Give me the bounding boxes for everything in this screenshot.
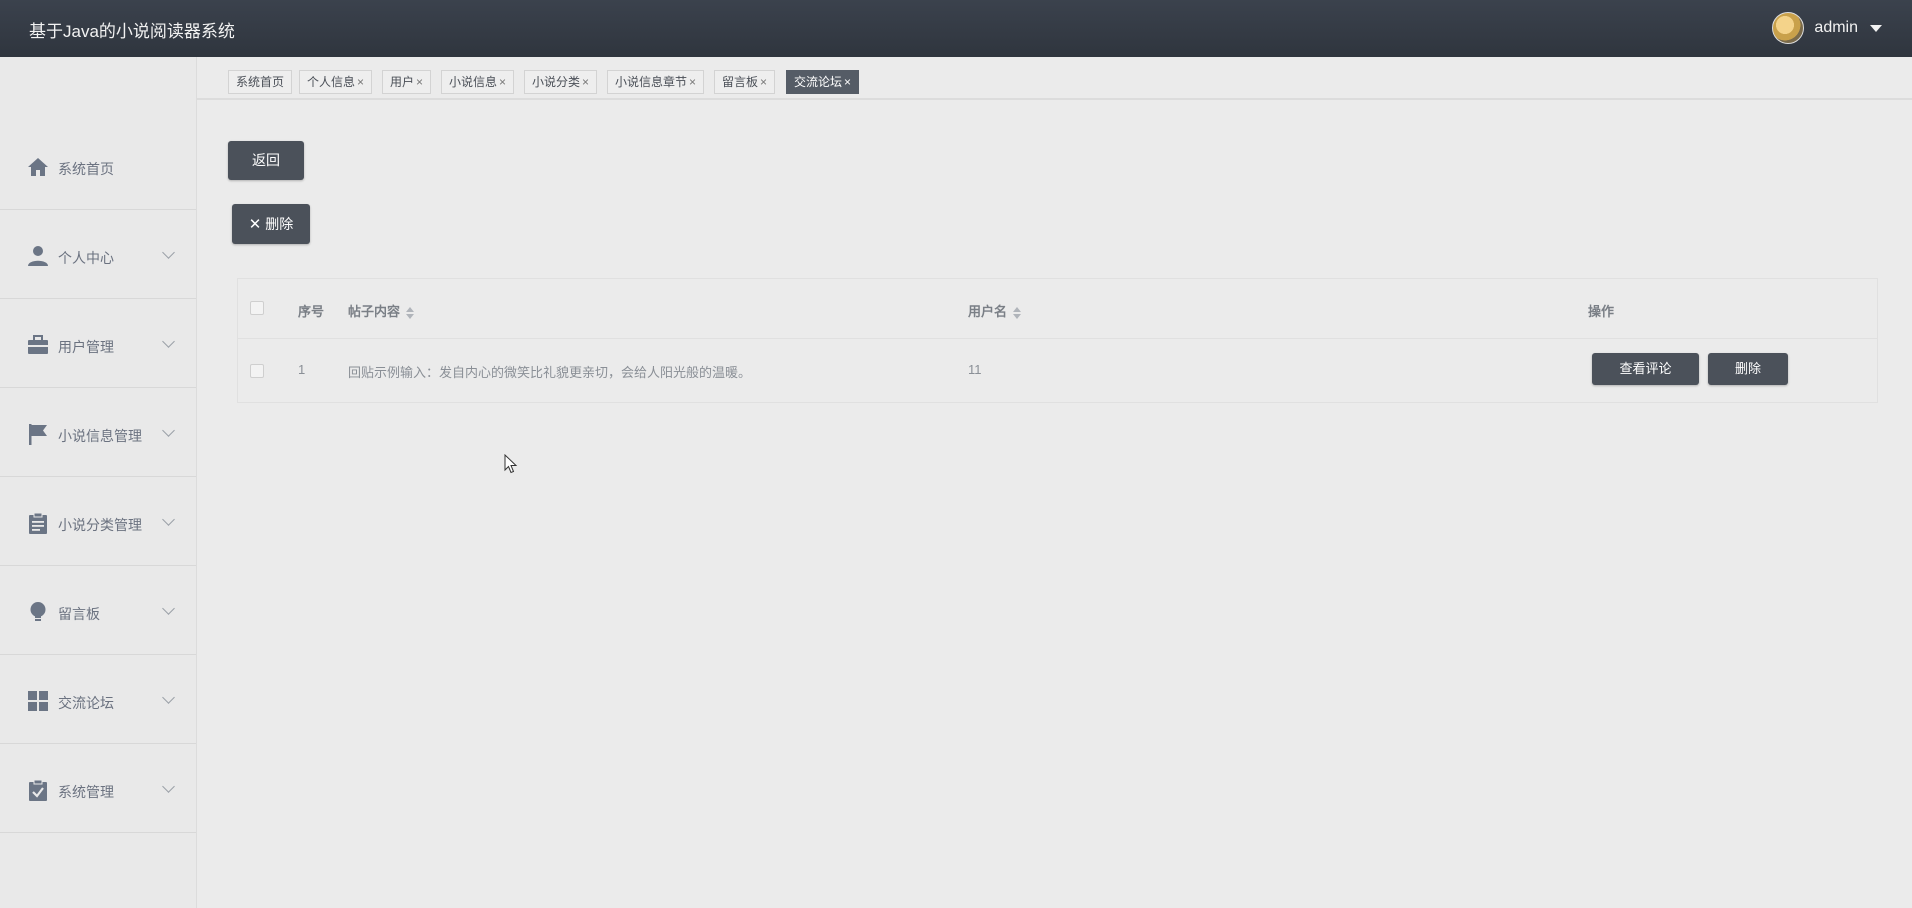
chevron-down-icon — [162, 424, 175, 437]
close-icon[interactable]: × — [357, 75, 364, 89]
tab-user[interactable]: 用户 × — [382, 70, 432, 94]
clipboard-check-icon — [29, 779, 47, 801]
sidebar-item-forum[interactable]: 交流论坛 — [0, 655, 196, 744]
close-icon[interactable]: × — [582, 75, 589, 89]
home-icon — [28, 158, 48, 176]
sidebar-item-label: 用户管理 — [58, 339, 114, 355]
column-header-actions: 操作 — [1588, 304, 1615, 319]
row-content: 回贴示例输入：发自内心的微笑比礼貌更亲切，会给人阳光般的温暖。 — [348, 365, 752, 380]
view-comments-button[interactable]: 查看评论 — [1592, 353, 1699, 385]
sidebar-item-label: 小说分类管理 — [58, 517, 142, 533]
avatar[interactable] — [1772, 12, 1805, 44]
tab-forum[interactable]: 交流论坛 × — [786, 70, 860, 94]
close-icon[interactable]: × — [499, 75, 506, 89]
batch-delete-button[interactable]: ✕ 删除 — [232, 204, 310, 244]
sort-icon[interactable] — [1013, 306, 1022, 319]
sidebar-item-personal-center[interactable]: 个人中心 — [0, 210, 196, 299]
briefcase-icon — [28, 335, 48, 354]
chevron-down-icon — [162, 780, 175, 793]
chevron-down-icon — [162, 335, 175, 348]
chevron-down-icon — [162, 602, 175, 615]
sidebar-item-system-management[interactable]: 系统管理 — [0, 744, 196, 833]
row-checkbox[interactable] — [250, 364, 264, 378]
select-all-checkbox[interactable] — [250, 301, 264, 315]
back-button[interactable]: 返回 — [228, 141, 304, 180]
close-icon: ✕ — [248, 216, 262, 233]
sidebar-item-user-management[interactable]: 用户管理 — [0, 299, 196, 388]
sidebar-item-home[interactable]: 系统首页 — [0, 121, 196, 210]
user-name[interactable]: admin — [1814, 19, 1858, 37]
table-row: 1 回贴示例输入：发自内心的微笑比礼貌更亲切，会给人阳光般的温暖。 11 查看评… — [238, 339, 1877, 403]
close-icon[interactable]: × — [844, 75, 851, 89]
caret-down-icon[interactable] — [1870, 24, 1882, 32]
tab-personal-info[interactable]: 个人信息 × — [299, 70, 373, 94]
app-title: 基于Java的小说阅读器系统 — [29, 22, 235, 41]
forum-table: 序号 帖子内容 用户名 操作 1 回贴示例输入：发自内心的微笑比礼貌更亲切，会给… — [237, 278, 1878, 403]
user-menu[interactable]: admin — [1772, 12, 1882, 44]
top-header: 基于Java的小说阅读器系统 admin — [0, 0, 1912, 57]
tab-novel-info[interactable]: 小说信息 × — [441, 70, 515, 94]
column-header-username[interactable]: 用户名 — [968, 301, 1022, 320]
column-header-content[interactable]: 帖子内容 — [348, 301, 415, 320]
sidebar-item-novel-category[interactable]: 小说分类管理 — [0, 477, 196, 566]
user-icon — [28, 246, 48, 266]
row-delete-button[interactable]: 删除 — [1708, 353, 1788, 385]
tab-novel-chapter[interactable]: 小说信息章节 × — [607, 70, 705, 94]
sidebar: 系统首页 个人中心 用户管理 小说信息管理 小说分类管理 留言板 交流论坛 系统… — [0, 57, 197, 908]
sidebar-item-label: 个人中心 — [58, 250, 114, 266]
sort-icon[interactable] — [406, 306, 415, 319]
sidebar-item-novel-info[interactable]: 小说信息管理 — [0, 388, 196, 477]
tab-novel-category[interactable]: 小说分类 × — [524, 70, 598, 94]
column-header-index: 序号 — [298, 304, 325, 319]
chevron-down-icon — [162, 513, 175, 526]
lightbulb-icon — [30, 602, 46, 621]
flag-icon — [29, 424, 47, 445]
sidebar-item-label: 小说信息管理 — [58, 428, 142, 444]
chevron-down-icon — [162, 691, 175, 704]
sidebar-item-label: 交流论坛 — [58, 695, 114, 711]
chevron-down-icon — [162, 246, 175, 259]
close-icon[interactable]: × — [760, 75, 767, 89]
row-index: 1 — [298, 362, 306, 377]
close-icon[interactable]: × — [689, 75, 696, 89]
sidebar-item-message-board[interactable]: 留言板 — [0, 566, 196, 655]
tab-home[interactable]: 系统首页 — [228, 70, 293, 94]
grid-icon — [28, 691, 48, 711]
table-header: 序号 帖子内容 用户名 操作 — [238, 279, 1877, 339]
sidebar-item-label: 系统首页 — [58, 161, 114, 177]
sidebar-item-label: 系统管理 — [58, 784, 114, 800]
tab-message-board[interactable]: 留言板 × — [714, 70, 776, 94]
row-username: 11 — [968, 362, 982, 377]
sidebar-item-label: 留言板 — [58, 606, 100, 622]
tab-bar: 系统首页 个人信息 × 用户 × 小说信息 × 小说分类 × 小说信息章节 × 留言板 × … — [197, 57, 1912, 100]
mouse-cursor-icon — [504, 454, 518, 474]
close-icon[interactable]: × — [416, 75, 423, 89]
clipboard-icon — [29, 512, 47, 534]
